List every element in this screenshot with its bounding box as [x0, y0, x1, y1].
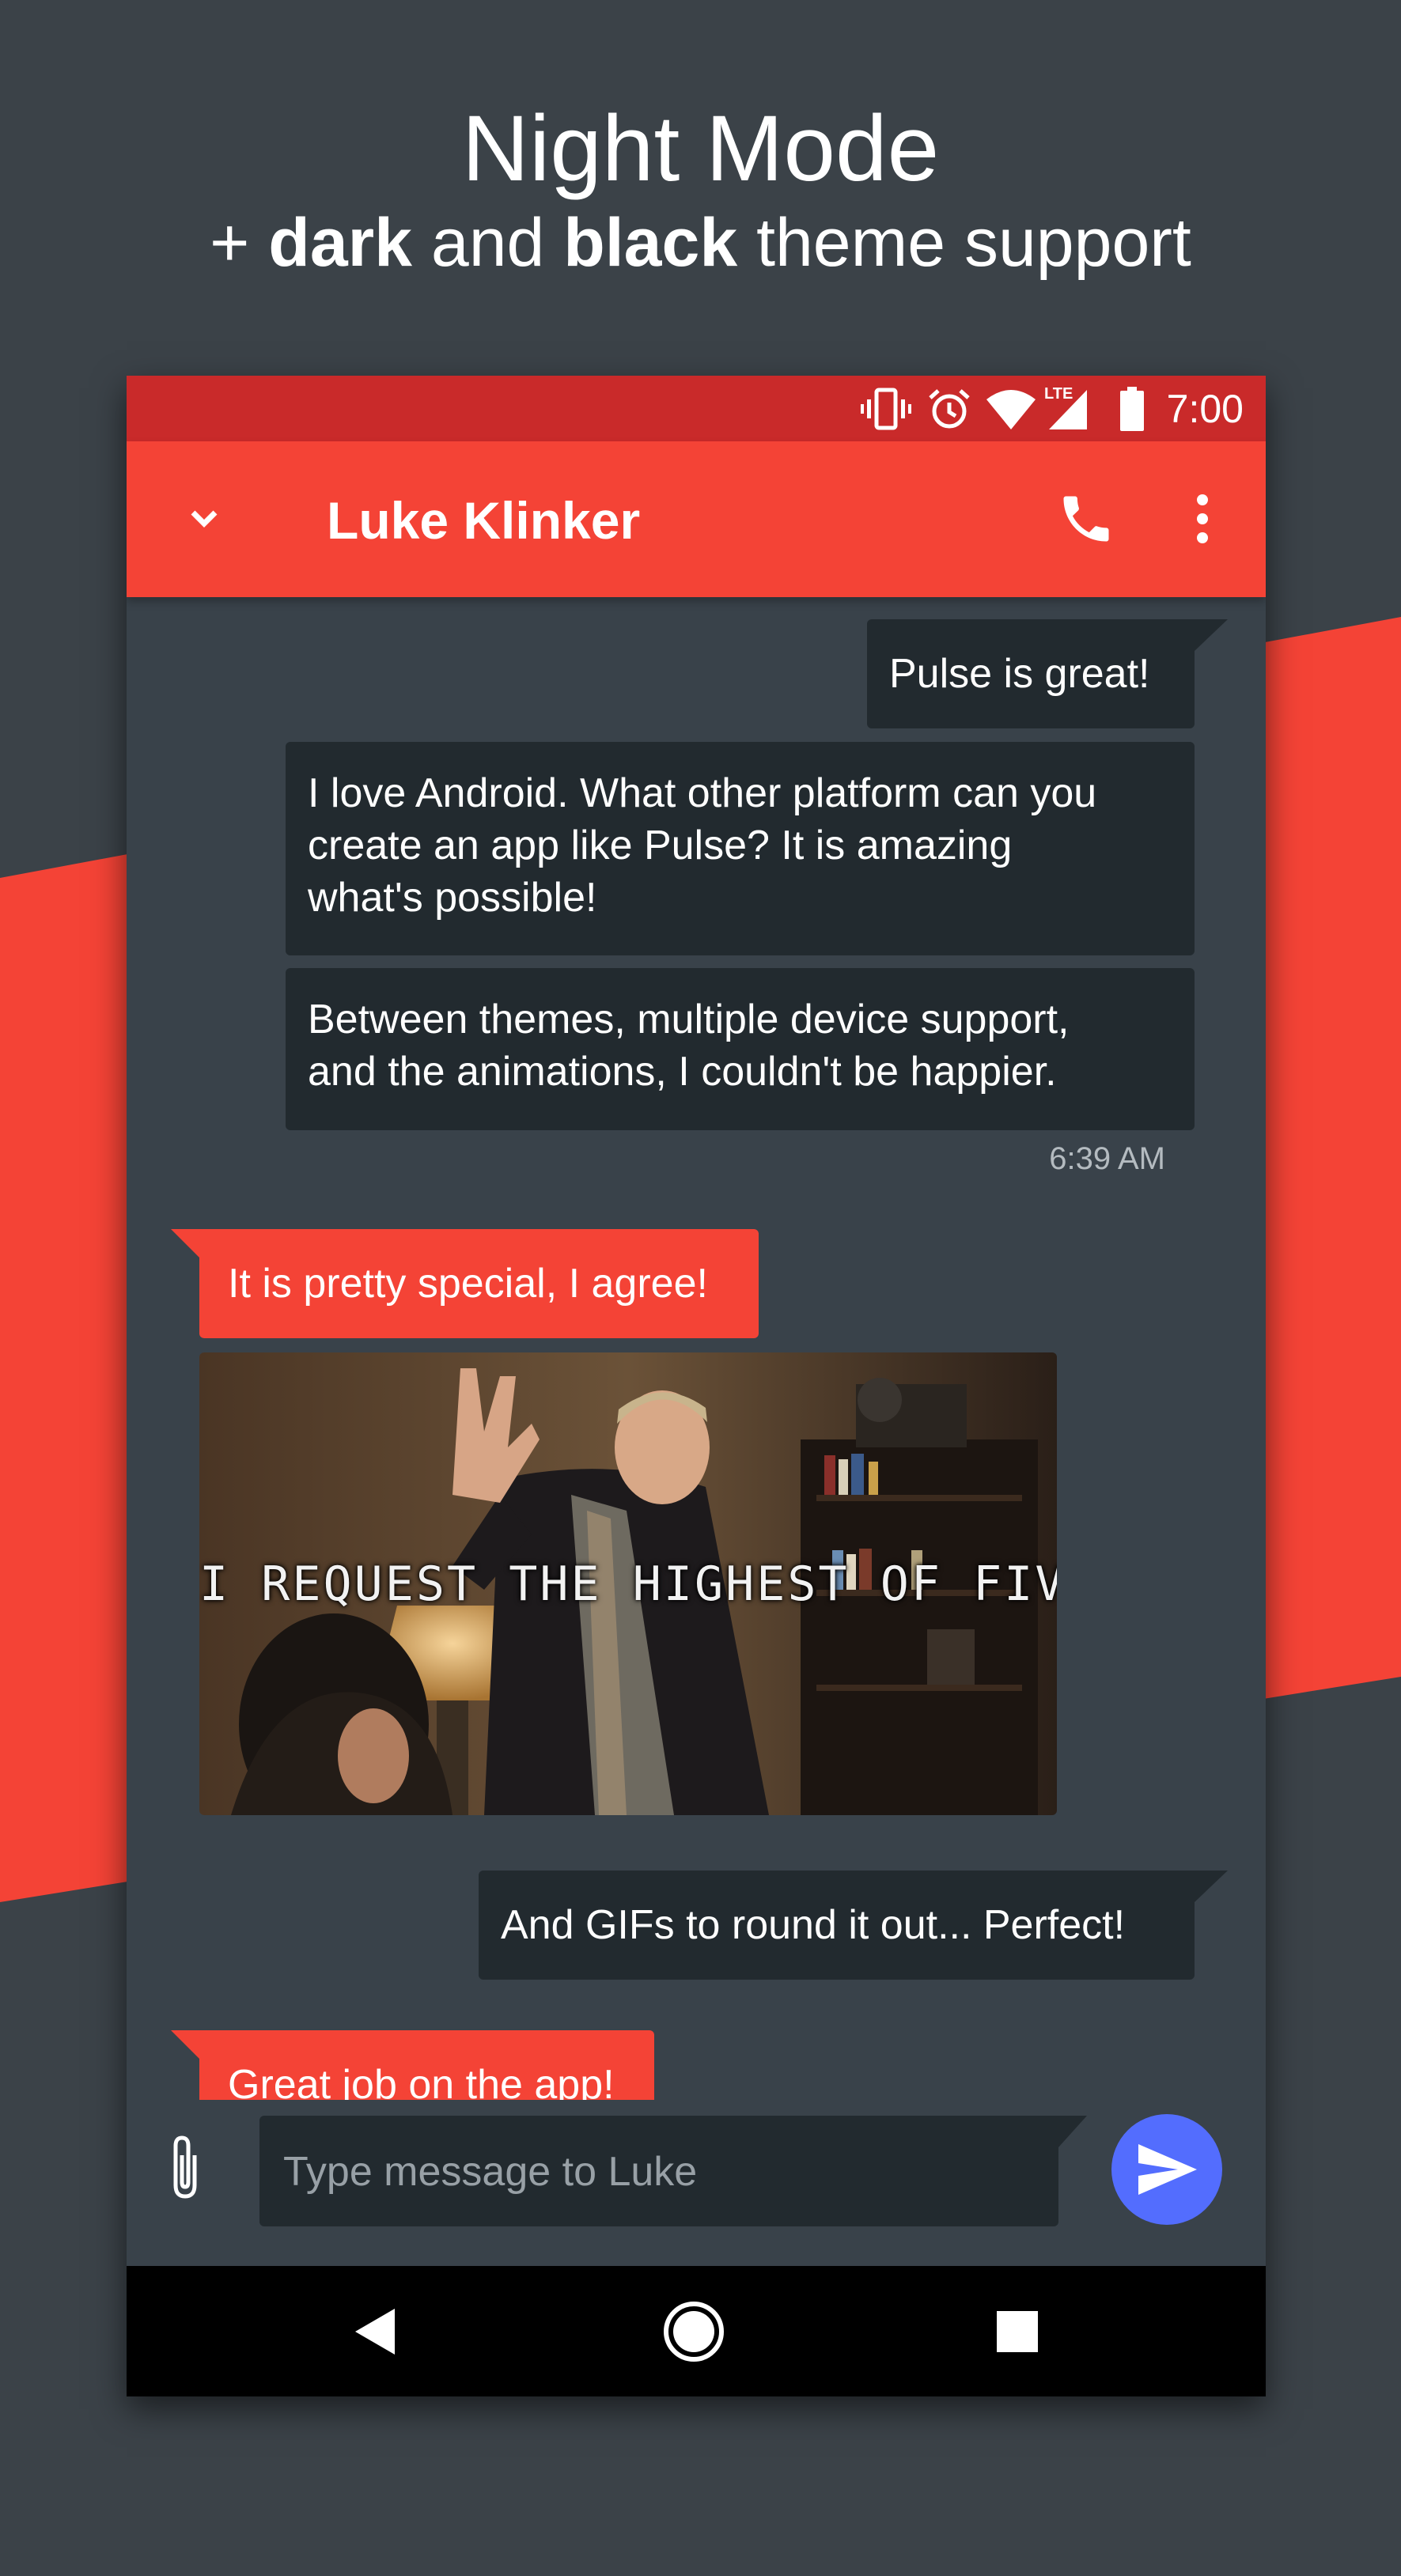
input-tail — [1036, 2116, 1087, 2147]
promo-black-word: black — [563, 205, 738, 281]
status-bar: LTE 7:00 — [127, 376, 1266, 441]
signal-icon — [1049, 390, 1087, 429]
back-icon[interactable] — [352, 2307, 396, 2356]
home-icon[interactable] — [661, 2299, 726, 2364]
message-line: what's possible! — [308, 875, 597, 921]
sent-message[interactable]: Pulse is great! — [867, 619, 1195, 728]
message-line: and the animations, I couldn't be happie… — [308, 1049, 1057, 1095]
message-input[interactable] — [282, 2147, 1039, 2196]
battery-icon — [1120, 387, 1144, 431]
vibrate-icon — [861, 388, 911, 430]
more-vert-icon[interactable] — [1179, 489, 1226, 549]
gif-caption: I REQUEST THE HIGHEST OF FIVES — [199, 1557, 1057, 1612]
sent-message[interactable]: Between themes, multiple device support,… — [286, 968, 1195, 1130]
bubble-tail — [1171, 1871, 1228, 1902]
phone-icon[interactable] — [1056, 489, 1116, 549]
phone-screen: LTE 7:00 Luke Klinker Pulse is great! I … — [127, 376, 1266, 2396]
message-timestamp: 6:39 AM — [1049, 1141, 1165, 1176]
received-message[interactable]: It is pretty special, I agree! — [199, 1229, 759, 1338]
attach-icon[interactable] — [165, 2132, 206, 2203]
bubble-tail — [1171, 619, 1228, 651]
contact-name: Luke Klinker — [327, 491, 641, 550]
composer — [127, 2100, 1266, 2258]
navigation-bar — [127, 2266, 1266, 2396]
received-message[interactable]: Great job on the app! — [199, 2030, 654, 2100]
sent-message[interactable]: I love Android. What other platform can … — [286, 742, 1195, 955]
recents-icon[interactable] — [997, 2311, 1038, 2352]
message-line: create an app like Pulse? It is amazing — [308, 823, 1013, 868]
message-line: Between themes, multiple device support, — [308, 997, 1070, 1042]
message-text: It is pretty special, I agree! — [228, 1261, 708, 1307]
message-text: And GIFs to round it out... Perfect! — [501, 1902, 1126, 1948]
message-line: I love Android. What other platform can … — [308, 770, 1097, 816]
message-input-box[interactable] — [259, 2116, 1058, 2226]
alarm-icon — [929, 389, 970, 429]
promo-dark-word: dark — [268, 205, 412, 281]
promo-subline: + dark and black theme support — [210, 205, 1191, 281]
chevron-down-icon[interactable] — [176, 490, 233, 547]
promo-headline: Night Mode — [461, 96, 940, 201]
status-time: 7:00 — [1166, 387, 1244, 431]
send-button[interactable] — [1111, 2114, 1222, 2225]
message-text: Pulse is great! — [889, 651, 1150, 697]
message-clip-region: Great job on the app! — [127, 1989, 1266, 2100]
app-bar: Luke Klinker — [127, 441, 1266, 597]
gif-image[interactable]: I REQUEST THE HIGHEST OF FIVES — [199, 1352, 1057, 1815]
send-icon — [1138, 2144, 1197, 2195]
wifi-icon — [986, 390, 1036, 429]
message-text: Great job on the app! — [228, 2062, 615, 2100]
sent-message[interactable]: And GIFs to round it out... Perfect! — [479, 1871, 1195, 1980]
